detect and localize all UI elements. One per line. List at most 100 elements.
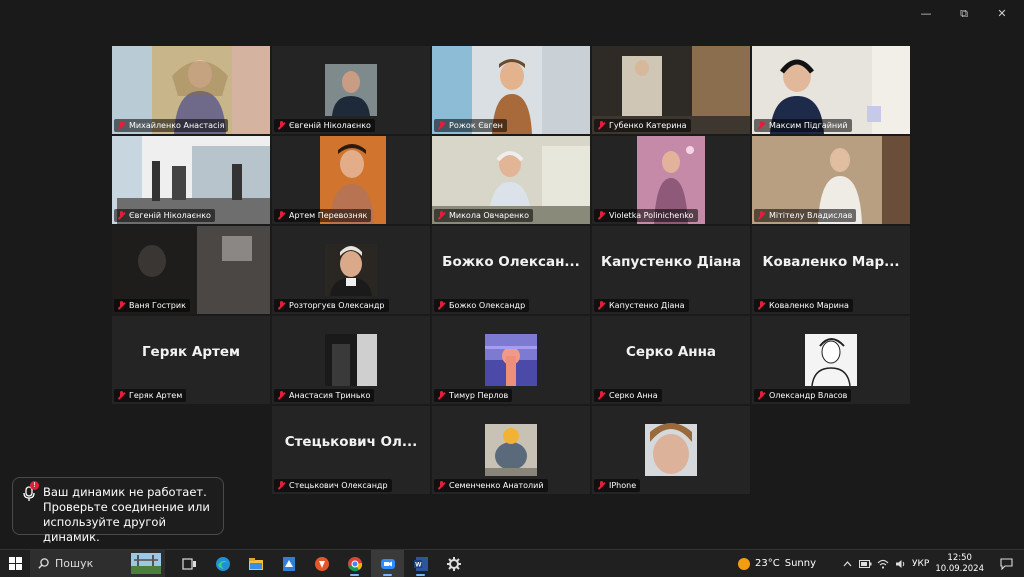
participant-display-name: Серко Анна: [625, 344, 717, 360]
sun-icon: [738, 557, 751, 570]
muted-mic-icon: [117, 121, 126, 130]
clock[interactable]: 12:50 10.09.2024: [935, 553, 984, 575]
app-orange-icon: [314, 556, 329, 571]
taskbar-app-file-explorer[interactable]: [239, 550, 272, 577]
chevron-up-icon[interactable]: [840, 557, 854, 571]
participant-tile[interactable]: Семенченко Анатолий: [432, 406, 590, 494]
muted-mic-icon: [597, 391, 606, 400]
taskbar-app-documents[interactable]: [272, 550, 305, 577]
participant-display-name: Стецькович Ол...: [284, 434, 418, 450]
task-view-icon: [181, 557, 196, 570]
search-highlight-image: [131, 553, 161, 574]
participant-tile[interactable]: Анастасия Тринько: [272, 316, 430, 404]
volume-icon[interactable]: [894, 557, 908, 571]
taskbar: Пошук W 23°C Sunny УКР 12:50 10.09.2024: [0, 549, 1024, 577]
muted-mic-icon: [437, 481, 446, 490]
participant-tile[interactable]: Божко Олексан... Божко Олександр: [432, 226, 590, 314]
minimize-button[interactable]: —: [918, 6, 934, 22]
participant-name: Капустенко Діана: [609, 301, 685, 310]
restore-button[interactable]: ⧉: [956, 6, 972, 22]
participant-display-name: Коваленко Мар...: [762, 254, 900, 270]
windows-icon: [8, 557, 22, 570]
participant-tile[interactable]: Олександр Власов: [752, 316, 910, 404]
participant-tile[interactable]: Євгеній Ніколаєнко: [112, 136, 270, 224]
taskbar-search[interactable]: Пошук: [30, 550, 165, 577]
taskbar-app-word[interactable]: W: [404, 550, 437, 577]
participant-tile[interactable]: Микола Овчаренко: [432, 136, 590, 224]
participant-name: Микола Овчаренко: [449, 211, 529, 220]
participant-tile[interactable]: Євгеній Ніколаєнко: [272, 46, 430, 134]
participant-tile[interactable]: Тимур Перлов: [432, 316, 590, 404]
speaker-warning-toast[interactable]: ! Ваш динамик не работает. Проверьте сое…: [12, 477, 224, 544]
participant-tile[interactable]: Геряк Артем Геряк Артем: [112, 316, 270, 404]
participant-name: Коваленко Марина: [769, 301, 849, 310]
participant-tile[interactable]: Стецькович Ол... Стецькович Олександр: [272, 406, 430, 494]
participant-name-label: Михайленко Анастасія: [114, 119, 229, 132]
participant-tile[interactable]: Violetka Polinichenko: [592, 136, 750, 224]
wifi-icon[interactable]: [876, 557, 890, 571]
taskbar-app-settings[interactable]: [437, 550, 470, 577]
participant-name: Максим Підгайний: [769, 121, 848, 130]
participant-name: Губенко Катерина: [609, 121, 687, 130]
participant-tile[interactable]: Серко Анна Серко Анна: [592, 316, 750, 404]
taskbar-app-zoom[interactable]: [371, 550, 404, 577]
window-controls: — ⧉ ✕: [918, 6, 1010, 22]
participant-tile[interactable]: Рожок Євген: [432, 46, 590, 134]
participant-name-label: Геряк Артем: [114, 389, 187, 402]
weather-widget[interactable]: 23°C Sunny: [738, 557, 817, 570]
participant-tile[interactable]: Мітітелу Владислав: [752, 136, 910, 224]
settings-icon: [446, 556, 461, 571]
participant-name: Євгеній Ніколаєнко: [289, 121, 371, 130]
participant-tile[interactable]: Михайленко Анастасія: [112, 46, 270, 134]
muted-mic-icon: [757, 391, 766, 400]
participant-name: Violetka Polinichenko: [609, 211, 694, 220]
participant-name-label: Тимур Перлов: [434, 389, 513, 402]
taskbar-app-app-orange[interactable]: [305, 550, 338, 577]
taskbar-app-task-view[interactable]: [173, 550, 206, 577]
participant-tile[interactable]: Розторгуєв Олександр: [272, 226, 430, 314]
taskbar-app-edge[interactable]: [206, 550, 239, 577]
participant-name-label: Максим Підгайний: [754, 119, 852, 132]
participant-name-label: Божко Олександр: [434, 299, 530, 312]
participant-name: Артем Перевозняк: [289, 211, 368, 220]
participant-name: Розторгуєв Олександр: [289, 301, 385, 310]
zoom-icon: [380, 558, 395, 569]
participant-tile[interactable]: IPhone: [592, 406, 750, 494]
participant-name: Михайленко Анастасія: [129, 121, 225, 130]
start-button[interactable]: [0, 550, 30, 577]
participant-tile[interactable]: Ваня Гострик: [112, 226, 270, 314]
participant-name: IPhone: [609, 481, 637, 490]
participant-display-name: Капустенко Діана: [601, 254, 741, 270]
participant-tile[interactable]: Артем Перевозняк: [272, 136, 430, 224]
muted-mic-icon: [597, 121, 606, 130]
taskbar-app-chrome[interactable]: [338, 550, 371, 577]
participant-name: Геряк Артем: [129, 391, 183, 400]
notifications-icon[interactable]: [996, 557, 1016, 570]
participant-name-label: IPhone: [594, 479, 641, 492]
svg-text:W: W: [415, 561, 422, 568]
search-placeholder: Пошук: [55, 557, 94, 570]
muted-mic-icon: [597, 211, 606, 220]
close-button[interactable]: ✕: [994, 6, 1010, 22]
participant-tile[interactable]: Губенко Катерина: [592, 46, 750, 134]
participant-name-label: Євгеній Ніколаєнко: [274, 119, 375, 132]
muted-mic-icon: [437, 121, 446, 130]
muted-mic-icon: [437, 391, 446, 400]
participant-name: Анастасия Тринько: [289, 391, 371, 400]
battery-icon[interactable]: [858, 557, 872, 571]
participant-name: Семенченко Анатолий: [449, 481, 544, 490]
weather-condition: Sunny: [784, 558, 817, 569]
participant-tile[interactable]: Капустенко Діана Капустенко Діана: [592, 226, 750, 314]
muted-mic-icon: [277, 391, 286, 400]
participant-name-label: Олександр Власов: [754, 389, 852, 402]
clock-date: 10.09.2024: [935, 563, 984, 574]
participant-tile[interactable]: Коваленко Мар... Коваленко Марина: [752, 226, 910, 314]
participant-name-label: Семенченко Анатолий: [434, 479, 548, 492]
participant-name: Серко Анна: [609, 391, 658, 400]
muted-mic-icon: [757, 121, 766, 130]
participant-name: Олександр Власов: [769, 391, 848, 400]
muted-mic-icon: [277, 481, 286, 490]
participant-display-name: Божко Олексан...: [442, 254, 580, 270]
language-indicator[interactable]: УКР: [912, 559, 929, 569]
participant-tile[interactable]: Максим Підгайний: [752, 46, 910, 134]
